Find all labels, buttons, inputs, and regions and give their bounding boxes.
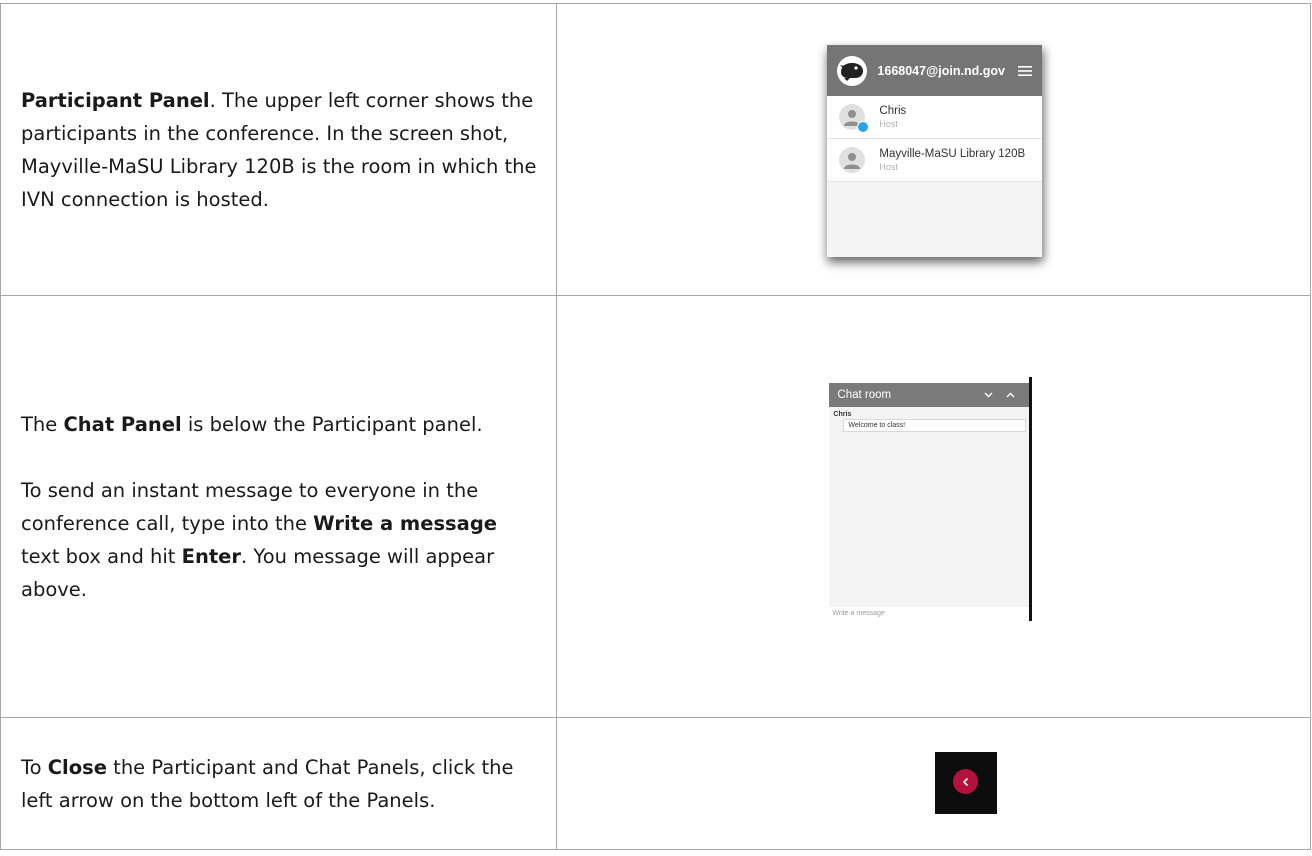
chat-message-author: Chris — [833, 411, 852, 418]
host-badge-icon — [857, 121, 870, 133]
write-message-term: Write a message — [313, 511, 498, 535]
chat-message-input[interactable]: Write a message — [829, 607, 1030, 621]
close-arrow-screenshot — [935, 752, 998, 814]
close-panels-description: To Close the Participant and Chat Panels… — [0, 717, 558, 850]
chat-panel-row: The Chat Panel is below the Participant … — [0, 295, 1311, 718]
chevron-down-icon[interactable] — [977, 389, 999, 401]
participant-info: Chris Host — [879, 104, 906, 130]
participant-panel-term: Participant Panel — [21, 88, 210, 112]
participant-panel-row: Participant Panel. The upper left corner… — [0, 3, 1311, 296]
participant-row[interactable]: Chris Host — [827, 96, 1043, 139]
chat-panel: Chat room Chris Welcome to class! Write … — [829, 377, 1033, 621]
collapse-panels-button[interactable] — [953, 769, 979, 794]
person-avatar-icon — [839, 104, 870, 133]
close-arrow-screenshot-cell — [556, 717, 1311, 850]
participant-panel-header: 1668047@join.nd.gov — [827, 45, 1043, 96]
chevron-left-icon — [962, 772, 970, 791]
person-avatar-icon — [839, 147, 866, 173]
chat-room-title: Chat room — [837, 389, 892, 401]
mascot-logo-icon — [837, 55, 868, 86]
participant-panel-description: Participant Panel. The upper left corner… — [0, 3, 558, 296]
participant-panel: 1668047@join.nd.gov Chris Host Mayville-… — [827, 45, 1043, 257]
participant-info: Mayville-MaSU Library 120B Host — [879, 147, 1025, 173]
chat-panel-text-end: is below the Participant panel. — [181, 412, 483, 436]
conference-address: 1668047@join.nd.gov — [877, 63, 1005, 78]
enter-key-term: Enter — [181, 544, 242, 568]
hamburger-menu-icon[interactable] — [1018, 62, 1033, 80]
chat-panel-screenshot-cell: Chat room Chris Welcome to class! Write … — [556, 295, 1311, 718]
chat-message-text: Welcome to class! — [843, 419, 1027, 432]
close-panels-row: To Close the Participant and Chat Panels… — [0, 717, 1311, 850]
chat-panel-description: The Chat Panel is below the Participant … — [0, 295, 558, 718]
chat-panel-header: Chat room — [829, 383, 1030, 407]
participant-panel-screenshot-cell: 1668047@join.nd.gov Chris Host Mayville-… — [556, 3, 1311, 296]
chevron-up-icon[interactable] — [999, 389, 1021, 401]
participant-row[interactable]: Mayville-MaSU Library 120B Host — [827, 139, 1043, 182]
close-text-start: To — [21, 755, 48, 779]
chat-instruction-middle: text box and hit — [21, 544, 182, 568]
instructions-table: Participant Panel. The upper left corner… — [0, 3, 1311, 850]
participant-name: Chris — [879, 105, 907, 117]
participant-role: Host — [879, 119, 898, 129]
close-term: Close — [47, 755, 107, 779]
chat-panel-text-start: The — [21, 412, 64, 436]
chat-panel-term: Chat Panel — [63, 412, 182, 436]
participant-role: Host — [879, 162, 898, 172]
participant-name: Mayville-MaSU Library 120B — [879, 148, 1026, 160]
